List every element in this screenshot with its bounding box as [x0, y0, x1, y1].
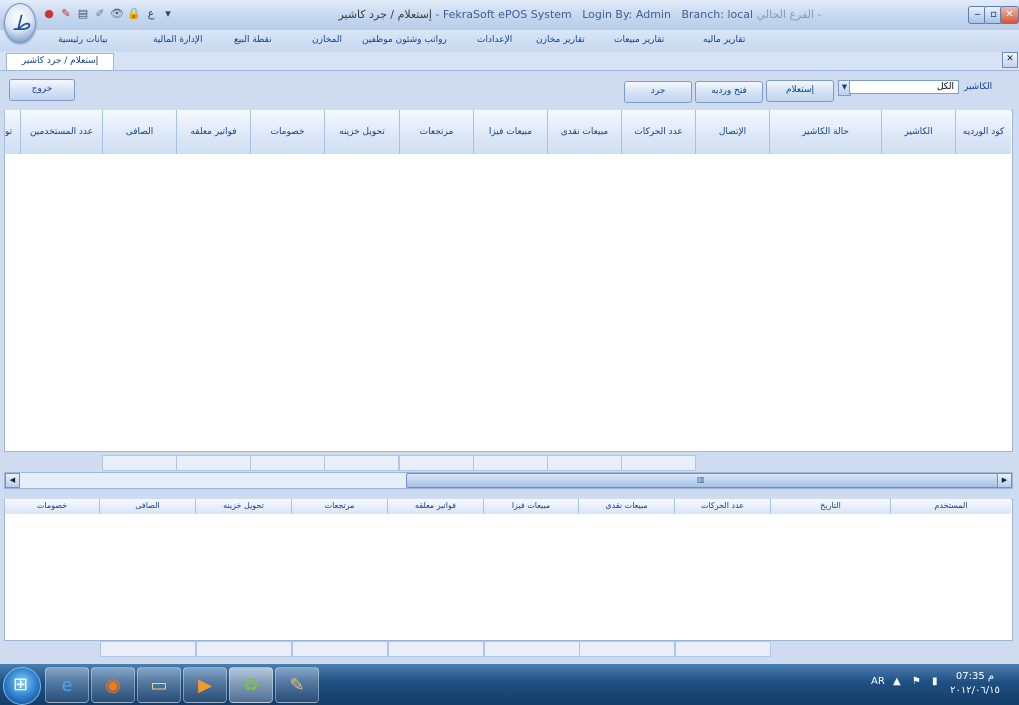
- shifts-grid[interactable]: [4, 110, 1013, 452]
- menu-main-data[interactable]: بيانات رئيسية: [58, 35, 108, 45]
- detail-grid[interactable]: [4, 499, 1013, 641]
- footer2-total: [196, 641, 292, 657]
- tab-close-icon[interactable]: ✕: [1002, 52, 1018, 68]
- col2-held-invoices[interactable]: فواتير معلقه: [387, 499, 483, 514]
- footer-total: [547, 455, 622, 471]
- tab-inventory-cashier[interactable]: إستعلام / جرد كاشير: [6, 53, 114, 70]
- system-clock[interactable]: 07:35 م ٢٠١٢/٠٦/١٥: [950, 670, 1000, 698]
- exit-button[interactable]: خروج: [9, 79, 75, 101]
- clock-time: 07:35 م: [955, 671, 995, 682]
- col-transactions[interactable]: عدد الحركات: [621, 110, 695, 154]
- media-player-taskbar-icon[interactable]: ▶: [183, 667, 227, 703]
- menu-pos[interactable]: نقطة البيع: [234, 35, 272, 45]
- col2-visa-sales[interactable]: مبيعات فيزا: [483, 499, 578, 514]
- footer-total: [621, 455, 696, 471]
- col2-user[interactable]: المستخدم: [890, 499, 1011, 514]
- title-app-name: FekraSoft ePOS System: [442, 8, 572, 21]
- col-returns[interactable]: مرتجعات: [399, 110, 473, 154]
- scroll-left-icon[interactable]: ◀: [5, 473, 20, 488]
- col-cashier-status[interactable]: حالة الكاشير: [769, 110, 881, 154]
- col-net[interactable]: الصافى: [102, 110, 176, 154]
- qat-icon-5[interactable]: 👁: [110, 6, 124, 20]
- footer-total: [102, 455, 177, 471]
- col-truncated[interactable]: تو: [4, 110, 20, 154]
- footer2-total: [292, 641, 388, 657]
- qat-icon-7[interactable]: ع: [144, 6, 158, 20]
- menu-sales-reports[interactable]: تقارير مبيعات: [614, 35, 664, 45]
- title-branch: Branch: local: [681, 8, 754, 21]
- col-visa-sales[interactable]: مبيعات فيزا: [473, 110, 547, 154]
- scroll-grip-icon: ▥: [697, 475, 705, 484]
- explorer-taskbar-icon[interactable]: ▭: [137, 667, 181, 703]
- menu-finance[interactable]: الإدارة المالية: [153, 35, 203, 45]
- col-discounts[interactable]: خصومات: [250, 110, 324, 154]
- qat-icon-6[interactable]: 🔒: [127, 6, 141, 20]
- quick-access-toolbar: ● ✎ ▤ ✐ 👁 🔒 ع ▾: [42, 4, 175, 22]
- panel-splitter[interactable]: [4, 489, 1011, 495]
- footer2-total: [100, 641, 196, 657]
- title-screen-name: إستعلام / جرد كاشير: [338, 8, 432, 21]
- qat-icon-3[interactable]: ▤: [76, 6, 90, 20]
- col2-date[interactable]: التاريخ: [770, 499, 890, 514]
- epos-taskbar-icon[interactable]: ♻: [229, 667, 273, 703]
- menu-store-reports[interactable]: تقارير مخازن: [536, 35, 585, 45]
- col2-net[interactable]: الصافى: [99, 499, 195, 514]
- clock-date: ٢٠١٢/٠٦/١٥: [950, 685, 1000, 696]
- windows-logo-icon: ⊞: [13, 674, 29, 695]
- qat-icon-1[interactable]: ●: [42, 6, 56, 20]
- inventory-button[interactable]: جرد: [624, 81, 692, 103]
- ie-taskbar-icon[interactable]: e: [45, 667, 89, 703]
- open-shift-button[interactable]: فتح ورديه: [695, 81, 763, 103]
- menu-bar: بيانات رئيسية نقطة البيع الإدارة المالية…: [0, 30, 1019, 53]
- window-title: إستعلام / جرد كاشير - FekraSoft ePOS Sys…: [338, 8, 822, 21]
- menu-finance-reports[interactable]: تقارير ماليه: [703, 35, 745, 45]
- scroll-right-icon[interactable]: ▶: [997, 473, 1012, 488]
- qat-icon-4[interactable]: ✐: [93, 6, 107, 20]
- col2-returns[interactable]: مرتجعات: [291, 499, 387, 514]
- cashier-select[interactable]: الكل: [849, 80, 959, 94]
- footer-total: [176, 455, 251, 471]
- footer-total: [324, 455, 399, 471]
- col-treasury-transfer[interactable]: تحويل خزينه: [324, 110, 399, 154]
- col2-cash-sales[interactable]: مبيعات نقدى: [578, 499, 674, 514]
- col-connection[interactable]: الإتصال: [695, 110, 769, 154]
- col-cashier[interactable]: الكاشير: [881, 110, 955, 154]
- cashier-label: الكاشير: [964, 82, 993, 92]
- menu-settings[interactable]: الإعدادات: [477, 35, 512, 45]
- title-branch-label: الفرع الحالي -: [756, 8, 822, 21]
- language-indicator[interactable]: AR: [871, 676, 885, 687]
- app-orb-button[interactable]: ط: [4, 3, 36, 43]
- app-logo-icon: ط: [12, 11, 31, 35]
- title-login: Login By: Admin: [582, 8, 671, 21]
- footer2-total: [675, 641, 771, 657]
- col2-discounts[interactable]: خصومات: [4, 499, 99, 514]
- footer-total: [473, 455, 548, 471]
- firefox-taskbar-icon[interactable]: ◉: [91, 667, 135, 703]
- tray-icons[interactable]: ▲ ⚑ ▮: [893, 676, 942, 687]
- footer2-total: [579, 641, 675, 657]
- col2-transactions[interactable]: عدد الحركات: [674, 499, 770, 514]
- start-button[interactable]: ⊞: [3, 667, 41, 705]
- footer2-total: [388, 641, 484, 657]
- paint-taskbar-icon[interactable]: ✎: [275, 667, 319, 703]
- menu-stores[interactable]: المخازن: [312, 35, 342, 45]
- col-cash-sales[interactable]: مبيعات نقدى: [547, 110, 621, 154]
- qat-icon-2[interactable]: ✎: [59, 6, 73, 20]
- footer2-total: [484, 641, 580, 657]
- col2-treasury-transfer[interactable]: تحويل خزينه: [195, 499, 291, 514]
- menu-hr[interactable]: رواتب وشئون موظفين: [362, 35, 447, 45]
- close-button[interactable]: ✕: [1000, 6, 1019, 24]
- col-shift-code[interactable]: كود الورديه: [955, 110, 1011, 154]
- footer-total: [399, 455, 474, 471]
- query-button[interactable]: إستعلام: [766, 80, 834, 102]
- qat-customize-icon[interactable]: ▾: [161, 6, 175, 20]
- footer-total: [250, 455, 325, 471]
- tab-strip: [0, 52, 1019, 71]
- col-held-invoices[interactable]: فواتير معلقه: [176, 110, 250, 154]
- col-user-count[interactable]: عدد المستخدمين: [20, 110, 102, 154]
